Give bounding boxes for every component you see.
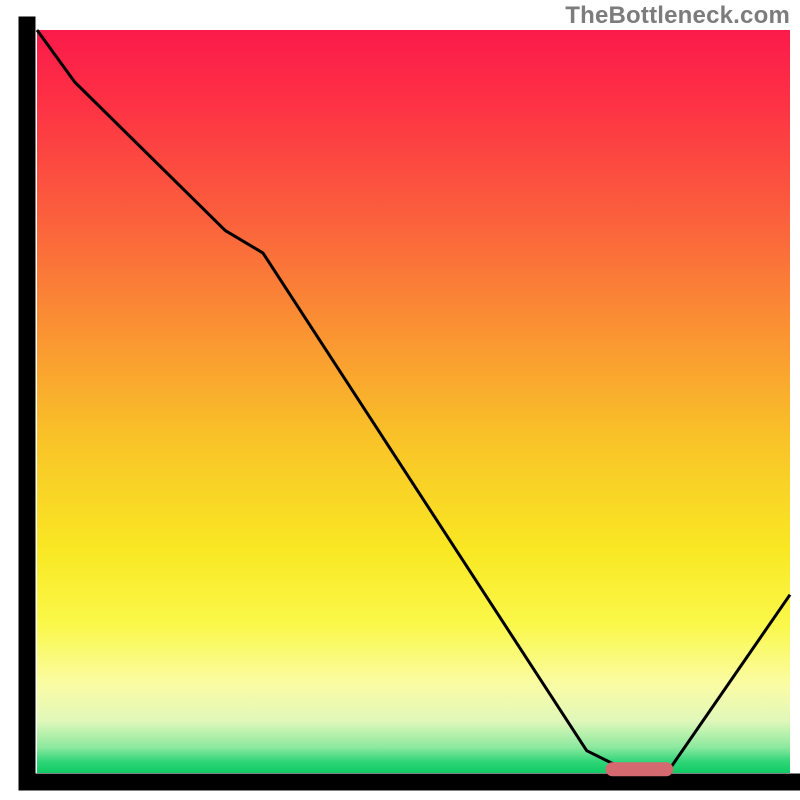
gradient-background: [37, 30, 790, 773]
optimal-marker: [606, 762, 674, 776]
watermark-text: TheBottleneck.com: [565, 2, 790, 30]
chart-container: TheBottleneck.com: [0, 0, 800, 800]
bottleneck-chart: [0, 0, 800, 800]
